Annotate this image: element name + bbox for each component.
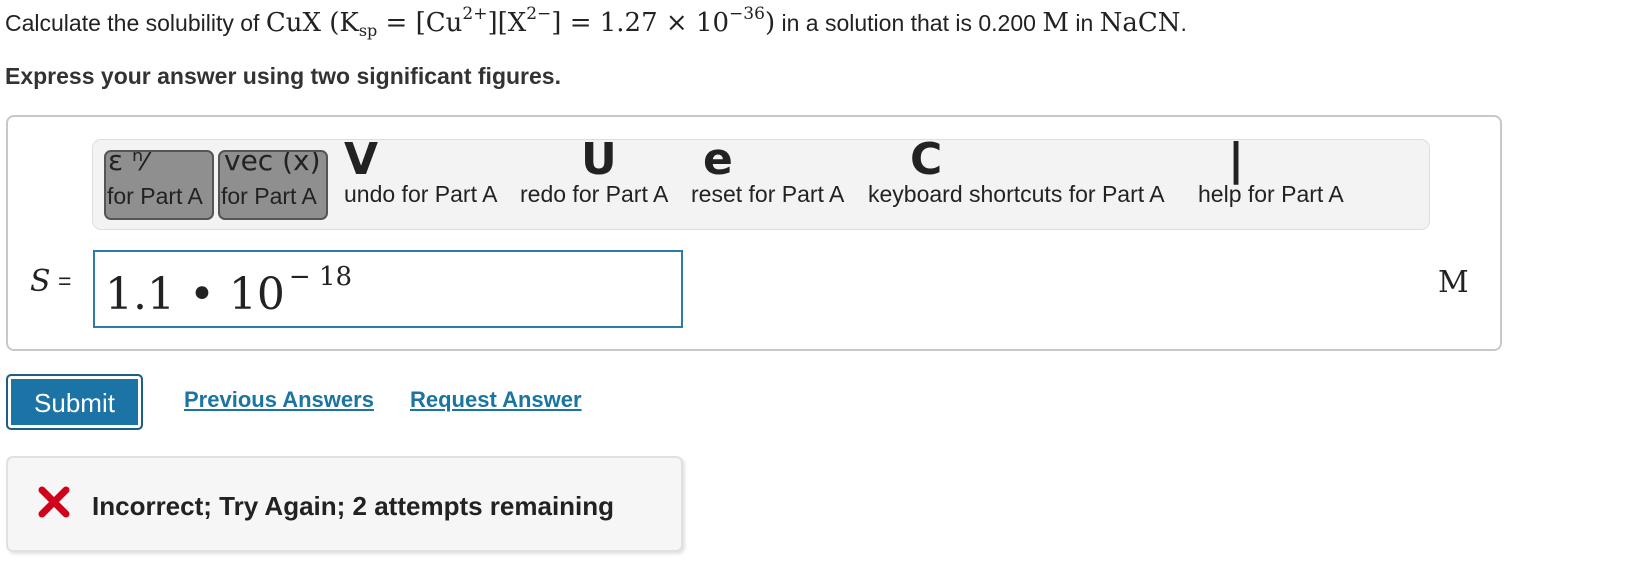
help-icon: | [1228,139,1245,185]
answer-variable: S [30,264,51,299]
previous-answers-link[interactable]: Previous Answers [184,387,374,413]
reset-button-label: reset for Part A [691,181,845,207]
vector-button-label: for Part A [221,183,317,209]
help-button-label: help for Part A [1198,181,1344,207]
question-suffix: in a solution that is 0.200 [775,10,1043,36]
molar-unit: M [1042,8,1069,38]
keyboard-shortcuts-label: keyboard shortcuts for Part A [868,181,1165,207]
compound-formula: CuX [265,8,321,38]
answer-unit: M [1438,265,1469,300]
answer-exponent: − 18 [288,262,353,292]
keyboard-icon: e [703,139,733,185]
ksp-expression: (Ksp = [Cu2+][X2−] = 1.27 × 10−36) [329,4,776,40]
question-text: Calculate the solubility of CuX (Ksp = [… [5,4,1187,40]
submit-button-label: Submit [34,388,115,418]
feedback-message: Incorrect; Try Again; 2 attempts remaini… [92,491,615,521]
incorrect-x-icon [38,486,70,518]
redo-icon: C [910,139,943,185]
question-prefix: Calculate the solubility of [5,10,266,36]
undo-icon: V [344,139,379,185]
answer-value: 1.1 • 10− 18 [105,262,352,320]
question-suffix-2: in [1068,10,1100,36]
answer-equals: = [58,268,72,294]
feedback-box: Incorrect; Try Again; 2 attempts remaini… [6,456,683,552]
answer-input[interactable]: 1.1 • 10− 18 [93,250,683,328]
answer-panel: ε ⁿ⁄ for Part A vec (x) for Part A V und… [6,115,1502,351]
reset-icon: U [581,139,617,185]
salt-formula: NaCN [1099,8,1181,38]
question-period: . [1180,10,1187,36]
undo-button-label: undo for Part A [344,181,498,207]
redo-button-label: redo for Part A [520,181,669,207]
submit-button[interactable]: Submit [6,374,143,430]
vector-button[interactable]: vec (x) for Part A [218,150,328,220]
templates-button[interactable]: ε ⁿ⁄ for Part A [104,150,214,220]
templates-icon: ε ⁿ⁄ [108,150,148,177]
answer-mantissa: 1.1 • 10 [105,269,285,320]
request-answer-link[interactable]: Request Answer [410,387,582,413]
math-toolbar: ε ⁿ⁄ for Part A vec (x) for Part A V und… [92,139,1430,230]
vector-icon: vec (x) [224,150,321,177]
templates-button-label: for Part A [107,183,203,209]
instruction-text: Express your answer using two significan… [5,63,561,89]
